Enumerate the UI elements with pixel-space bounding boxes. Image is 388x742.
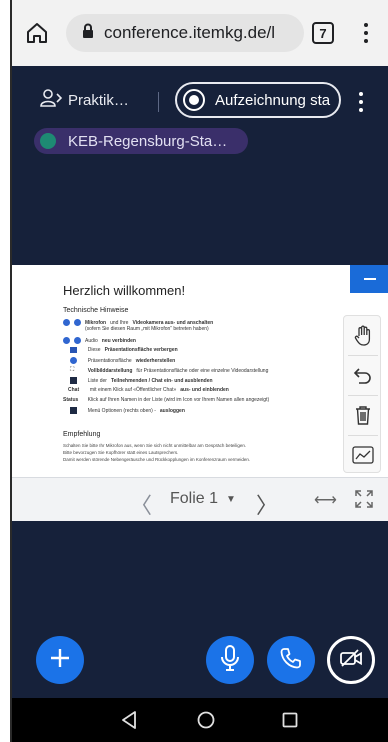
record-button[interactable]: Aufzeichnung sta [175,82,341,118]
slide-subtitle: Technische Hinweise [63,307,129,314]
recommendation-text: Damit werden störende Nebengeräusche und… [63,457,251,462]
actions-button[interactable] [36,636,84,684]
breakout-room-label: KEB-Regensburg-Sta… [68,132,228,150]
slide-line: Diese Präsentationsfläche verbergen [70,347,178,353]
recommendation-text: Schalten Sie bitte Ihr Mikrofon aus, wen… [63,443,247,448]
microphone-icon [220,644,240,676]
record-icon [183,89,205,111]
home-circle-icon[interactable] [194,708,218,732]
slide-line: Chat mit einem Klick auf «Öffentlicher C… [68,387,229,393]
back-icon[interactable] [117,708,141,732]
slide-line: ⛶ Vollbilddarstellung für Präsentationsf… [70,367,269,374]
caret-down-icon: ▼ [226,493,236,505]
breakout-room-chip[interactable]: KEB-Regensburg-Sta… [34,128,248,154]
recommendation-heading: Empfehlung [63,431,101,438]
url-text: conference.itemkg.de/l [104,23,276,42]
lock-icon [82,23,94,44]
slide-line: Status Klick auf Ihren Namen in der List… [63,397,270,403]
audio-button[interactable] [267,636,315,684]
slide-line: (sofern Sie diesen Raum „mit Mikrofon“ b… [85,326,209,332]
next-slide-button[interactable]: 〉 [256,488,278,520]
participants-toggle-button[interactable]: Praktik… [40,88,129,112]
microphone-button[interactable] [206,636,254,684]
user-icon [40,88,64,112]
minimize-presentation-button[interactable] [350,265,388,293]
address-bar[interactable]: conference.itemkg.de/l [66,14,304,52]
participants-label: Praktik… [68,91,129,109]
video-off-icon [339,648,363,673]
presentation-slide: Herzlich willkommen! Technische Hinweise… [12,265,388,477]
home-icon[interactable] [24,20,50,46]
phone-icon [280,647,302,674]
hand-icon[interactable] [344,318,382,354]
previous-slide-button[interactable]: 〈 [130,488,152,520]
fullscreen-icon[interactable] [355,490,373,508]
browser-toolbar: conference.itemkg.de/l 7 [12,0,388,66]
presentation-area: Herzlich willkommen! Technische Hinweise… [12,265,388,521]
slide-select-value: Folie 1 [170,490,219,507]
chart-icon[interactable] [344,437,382,473]
tab-switcher-button[interactable]: 7 [312,22,334,44]
slide-line: Präsentationsfläche wiederherstellen [70,357,175,364]
android-navigation-bar [12,698,388,742]
trash-icon[interactable] [344,397,382,433]
slide-line: Mikrofon und Ihre Videokamera aus- und a… [63,319,213,326]
recents-icon[interactable] [278,708,302,732]
camera-button[interactable] [327,636,375,684]
app-frame: conference.itemkg.de/l 7 Praktik… Aufzei… [10,0,388,742]
fit-to-width-icon[interactable]: ⟷ [314,490,337,510]
slide-select[interactable]: Folie 1 ▼ [170,490,236,508]
slide-line: Menü Optionen (rechts oben) - ausloggen [70,407,185,414]
slide-line: Audio neu verbinden [63,337,136,344]
whiteboard-toolbar [343,315,381,473]
undo-icon[interactable] [344,357,382,393]
options-menu-icon[interactable] [355,88,367,116]
more-vert-icon[interactable] [356,18,376,48]
slide-title: Herzlich willkommen! [63,283,186,298]
slide-navigation-bar: 〈 Folie 1 ▼ 〉 ⟷ [12,477,388,521]
room-status-dot [40,133,56,149]
recommendation-text: Bitte bevorzugen Sie Kopfhörer statt ein… [63,450,179,455]
slide-line: Liste der Teilnehmenden / Chat ein- und … [70,377,213,384]
record-label: Aufzeichnung sta [215,91,331,109]
plus-icon [49,647,71,674]
header-divider [158,92,159,112]
